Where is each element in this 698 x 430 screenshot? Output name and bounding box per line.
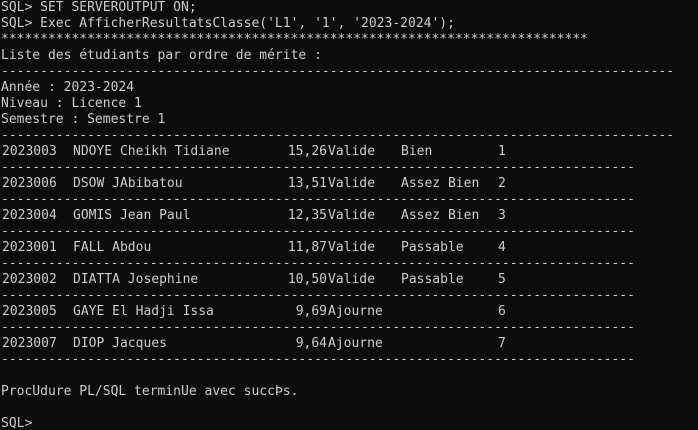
result-row: 2023007 DIOP Jacques 9,64 Ajourne 7 [1, 336, 698, 352]
student-rank: 6 [498, 304, 506, 319]
student-name: GAYE El Hadji Issa [73, 304, 214, 319]
result-row: 2023006 DSOW JAbibatou 13,51 Valide Assez Bi… [1, 176, 698, 192]
result-row: 2023003 NDOYE Cheikh Tidiane 15,26 Valide Bi… [1, 144, 698, 160]
student-name: GOMIS Jean Paul [73, 208, 191, 223]
student-mention: Assez Bien [401, 176, 480, 191]
student-name: DSOW JAbibatou [73, 176, 183, 191]
student-rank: 7 [498, 336, 506, 351]
student-rank: 2 [498, 176, 506, 191]
student-name: DIATTA Josephine [73, 272, 199, 287]
student-mention: Passable [401, 240, 464, 255]
student-id: 2023003 [2, 144, 57, 159]
prompt-text: SQL> [1, 416, 33, 430]
row-separator: ----------------------------------------… [1, 320, 635, 335]
annee-line: Année : 2023-2024 [1, 80, 135, 95]
student-decision: Valide [328, 208, 375, 223]
student-rank: 1 [498, 144, 506, 159]
student-name: FALL Abdou [73, 240, 152, 255]
student-decision: Valide [328, 272, 375, 287]
dash-separator: ----------------------------------------… [1, 64, 675, 79]
student-rank: 4 [498, 240, 506, 255]
row-separator: ----------------------------------------… [1, 192, 635, 207]
procedure-completed-message: ProcÚdure PL/SQL terminÚe avec succÞs. [1, 384, 299, 399]
command-line-exec: SQL> Exec AfficherResultatsClasse('L1', … [1, 16, 455, 31]
student-decision: Valide [328, 144, 375, 159]
sql-prompt[interactable]: SQL> [1, 416, 698, 430]
student-average: 10,50 [287, 272, 327, 287]
student-id: 2023005 [2, 304, 57, 319]
student-average: 9,69 [295, 304, 327, 319]
niveau-line: Niveau : Licence 1 [1, 96, 142, 111]
student-decision: Ajourne [328, 304, 383, 319]
student-average: 15,26 [287, 144, 327, 159]
student-id: 2023001 [2, 240, 57, 255]
student-id: 2023004 [2, 208, 57, 223]
result-row: 2023005 GAYE El Hadji Issa 9,69 Ajourne 6 [1, 304, 698, 320]
row-separator: ----------------------------------------… [1, 288, 635, 303]
student-mention: Passable [401, 272, 464, 287]
student-average: 9,64 [295, 336, 327, 351]
student-average: 13,51 [287, 176, 327, 191]
student-decision: Ajourne [328, 336, 383, 351]
result-row: 2023002 DIATTA Josephine 10,50 Valide Passab… [1, 272, 698, 288]
sqlplus-console[interactable]: SQL> SET SERVEROUTPUT ON; SQL> Exec Affi… [0, 0, 698, 430]
student-decision: Valide [328, 176, 375, 191]
row-separator: ----------------------------------------… [1, 352, 635, 367]
result-row: 2023004 GOMIS Jean Paul 12,35 Valide Assez B… [1, 208, 698, 224]
result-row: 2023001 FALL Abdou 11,87 Valide Passable 4 [1, 240, 698, 256]
student-id: 2023002 [2, 272, 57, 287]
student-mention: Bien [401, 144, 433, 159]
results-list: 2023003 NDOYE Cheikh Tidiane 15,26 Valide Bi… [1, 144, 698, 368]
stars-separator: ****************************************… [1, 32, 588, 47]
student-decision: Valide [328, 240, 375, 255]
semestre-line: Semestre : Semestre 1 [1, 112, 166, 127]
student-name: DIOP Jacques [73, 336, 167, 351]
row-separator: ----------------------------------------… [1, 160, 635, 175]
command-line-serveroutput: SQL> SET SERVEROUTPUT ON; [1, 0, 197, 15]
student-average: 12,35 [287, 208, 327, 223]
report-heading: Liste des étudiants par ordre de mérite … [1, 48, 322, 63]
row-separator: ----------------------------------------… [1, 224, 635, 239]
student-id: 2023007 [2, 336, 57, 351]
student-name: NDOYE Cheikh Tidiane [73, 144, 230, 159]
student-rank: 5 [498, 272, 506, 287]
student-id: 2023006 [2, 176, 57, 191]
student-mention: Assez Bien [401, 208, 480, 223]
dash-separator: ----------------------------------------… [1, 128, 675, 143]
row-separator: ----------------------------------------… [1, 256, 635, 271]
student-rank: 3 [498, 208, 506, 223]
student-average: 11,87 [287, 240, 327, 255]
